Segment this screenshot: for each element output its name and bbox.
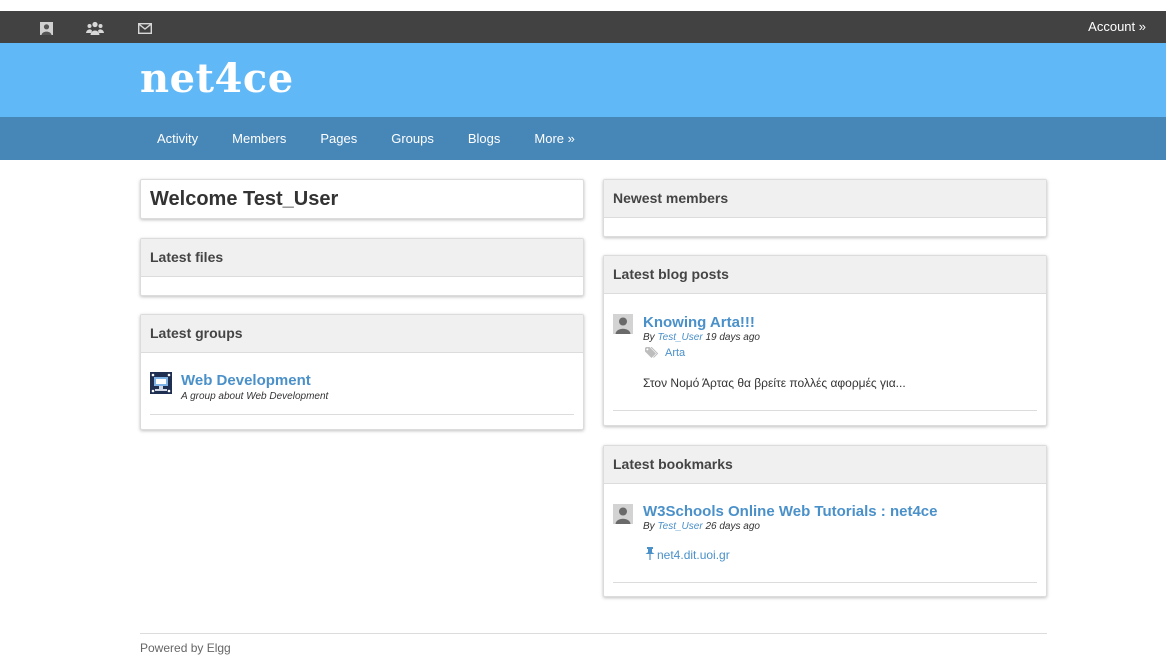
post-time: 19 days ago xyxy=(705,332,760,343)
account-menu[interactable]: Account » xyxy=(1088,19,1146,34)
welcome-heading: Welcome Test_User xyxy=(150,188,339,210)
author-avatar[interactable] xyxy=(613,504,633,524)
bookmark-time: 26 days ago xyxy=(705,521,760,532)
footer-divider xyxy=(140,633,1047,634)
nav-item-groups[interactable]: Groups xyxy=(380,117,445,160)
site-header: net4ce xyxy=(0,43,1166,117)
blog-post-byline: By Test_User 19 days ago xyxy=(643,332,760,343)
nav-item-activity[interactable]: Activity xyxy=(146,117,209,160)
footer-credit[interactable]: Powered by Elgg xyxy=(140,641,231,655)
latest-bookmarks-title: Latest bookmarks xyxy=(604,446,1046,484)
list-item: Knowing Arta!!! By Test_User 19 days ago… xyxy=(604,294,1046,414)
nav-item-pages[interactable]: Pages xyxy=(309,117,368,160)
main-nav: Activity Members Pages Groups Blogs More… xyxy=(0,117,1166,160)
newest-members-title: Newest members xyxy=(604,180,1046,218)
author-avatar[interactable] xyxy=(613,314,633,334)
group-title-link[interactable]: Web Development xyxy=(181,372,311,389)
latest-groups-module: Latest groups Web Development A group ab… xyxy=(140,314,584,430)
pushpin-icon xyxy=(645,547,655,563)
bookmark-url-link[interactable]: net4.dit.uoi.gr xyxy=(657,548,730,562)
bookmark-byline: By Test_User 26 days ago xyxy=(643,521,760,532)
tag-icon xyxy=(645,346,661,361)
welcome-module: Welcome Test_User xyxy=(140,179,584,219)
nav-item-blogs[interactable]: Blogs xyxy=(457,117,512,160)
tag-link[interactable]: Arta xyxy=(665,347,685,359)
item-divider xyxy=(613,410,1037,411)
list-item: Web Development A group about Web Develo… xyxy=(141,353,583,415)
profile-icon[interactable] xyxy=(39,20,53,36)
author-link[interactable]: Test_User xyxy=(657,332,702,343)
author-link[interactable]: Test_User xyxy=(657,521,702,532)
topbar: Account » xyxy=(0,0,1166,43)
latest-blog-posts-module: Latest blog posts Knowing Arta!!! By Tes… xyxy=(603,255,1047,426)
group-description: A group about Web Development xyxy=(181,391,329,402)
latest-bookmarks-module: Latest bookmarks W3Schools Online Web Tu… xyxy=(603,445,1047,597)
nav-item-more[interactable]: More » xyxy=(523,117,585,160)
item-divider xyxy=(613,582,1037,583)
byline-prefix: By xyxy=(643,521,655,532)
group-avatar[interactable] xyxy=(150,372,172,394)
item-divider xyxy=(150,414,574,415)
site-logo[interactable]: net4ce xyxy=(140,55,294,102)
list-item: W3Schools Online Web Tutorials : net4ce … xyxy=(604,484,1046,584)
latest-files-title: Latest files xyxy=(141,239,583,277)
messages-icon[interactable] xyxy=(137,20,152,36)
nav-item-members[interactable]: Members xyxy=(221,117,297,160)
blog-post-excerpt: Στον Νομό Άρτας θα βρείτε πολλές αφορμές… xyxy=(643,376,906,390)
latest-files-module: Latest files xyxy=(140,238,584,296)
byline-prefix: By xyxy=(643,332,655,343)
blog-post-title-link[interactable]: Knowing Arta!!! xyxy=(643,314,755,331)
friends-icon[interactable] xyxy=(86,20,104,36)
newest-members-module: Newest members xyxy=(603,179,1047,237)
bookmark-title-link[interactable]: W3Schools Online Web Tutorials : net4ce xyxy=(643,503,938,520)
latest-blog-posts-title: Latest blog posts xyxy=(604,256,1046,294)
latest-groups-title: Latest groups xyxy=(141,315,583,353)
